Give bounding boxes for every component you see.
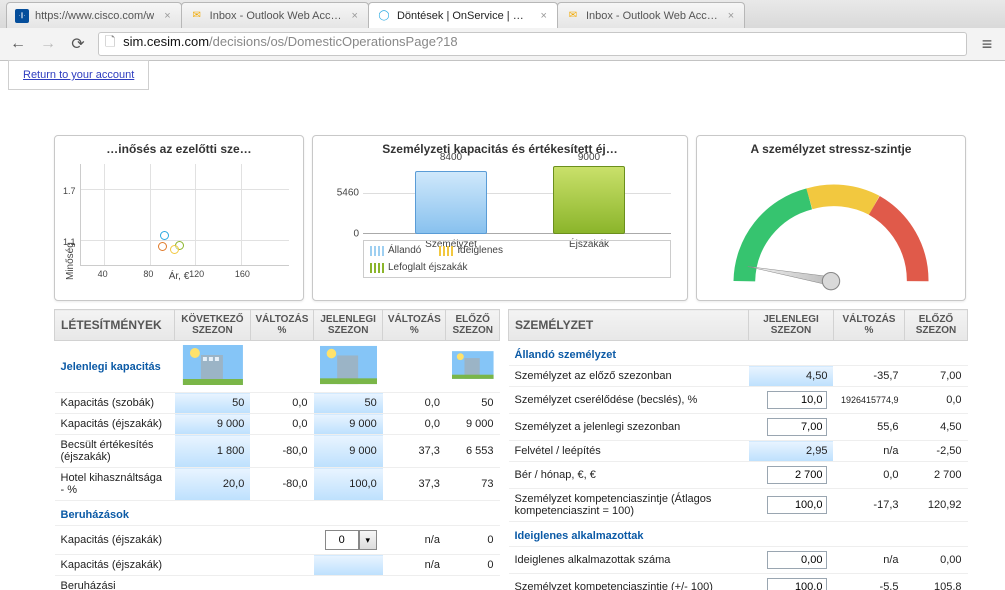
stress-gauge xyxy=(705,160,957,294)
quality-price-panel: …inősés az ezelőtti sze… Minőség 1.7 1.1… xyxy=(54,135,304,301)
table-row: Személyzet cserélődése (becslés), % 1926… xyxy=(509,387,968,414)
table-row: Személyzet kompetenciaszintje (+/- 100) … xyxy=(509,574,968,590)
tab-title: Döntések | OnService | CE… xyxy=(397,10,531,22)
table-row: Kapacitás (éjszakák) 9 000 0,0 9 000 0,0… xyxy=(55,414,500,435)
forward-button[interactable]: → xyxy=(38,34,58,54)
facilities-table: LÉTESÍTMÉNYEK KÖVETKEZŐ SZEZON VÁLTOZÁS … xyxy=(54,309,500,590)
capacity-input[interactable] xyxy=(325,530,359,550)
close-icon[interactable]: × xyxy=(728,10,734,22)
panel-title: A személyzet stressz-szintje xyxy=(705,142,957,156)
address-bar[interactable]: 🗋 sim.cesim.com/decisions/os/DomesticOpe… xyxy=(98,32,967,56)
url-host: sim.cesim.com xyxy=(123,34,209,49)
bar-y-axis: 0 5460 xyxy=(321,166,363,234)
staff-title: SZEMÉLYZET xyxy=(509,310,749,341)
browser-chrome: ∙∥∙ https://www.cisco.com/w × ✉ Inbox - … xyxy=(0,0,1005,61)
back-button[interactable]: ← xyxy=(8,34,28,54)
section-title: Ideiglenes alkalmazottak xyxy=(509,522,968,547)
panel-title: …inősés az ezelőtti sze… xyxy=(63,142,295,156)
page-icon: 🗋 xyxy=(105,34,115,49)
return-banner: Return to your account xyxy=(8,60,149,90)
table-row: Beruházási xyxy=(55,576,500,590)
table-row: Hotel kihasználtsága - % 20,0 -80,0 100,… xyxy=(55,468,500,501)
current-staff-input[interactable] xyxy=(767,418,827,436)
return-link[interactable]: Return to your account xyxy=(23,69,134,81)
bar-staff xyxy=(415,171,487,234)
scatter-point xyxy=(170,245,179,254)
cesim-icon: ◯ xyxy=(377,9,391,23)
competence-input[interactable] xyxy=(767,496,827,514)
x-axis-label: Ár, € xyxy=(169,271,190,282)
bar-nights xyxy=(553,166,625,234)
table-row: Felvétel / leépítés 2,95 n/a -2,50 xyxy=(509,441,968,462)
table-row: Személyzet az előző szezonban 4,50 -35,7… xyxy=(509,366,968,387)
wage-input[interactable] xyxy=(767,466,827,484)
staff-table: SZEMÉLYZET JELENLEGI SZEZON VÁLTOZÁS % E… xyxy=(508,309,968,590)
cisco-icon: ∙∥∙ xyxy=(15,9,29,23)
browser-tab-1[interactable]: ✉ Inbox - Outlook Web Acc… × xyxy=(181,2,369,28)
capacity-panel: Személyzeti kapacitás és értékesített éj… xyxy=(312,135,688,301)
section-title: Beruházások xyxy=(55,501,500,526)
table-row: Kapacitás (éjszakák) n/a 0 xyxy=(55,555,500,576)
table-row: Ideiglenes alkalmazottak száma n/a 0,00 xyxy=(509,547,968,574)
scatter-point xyxy=(158,242,167,251)
stepper-button[interactable]: ▾ xyxy=(359,530,377,550)
table-row: Személyzet a jelenlegi szezonban 55,6 4,… xyxy=(509,414,968,441)
table-row: Kapacitás (éjszakák) ▾ n/a 0 xyxy=(55,526,500,555)
turnover-input[interactable] xyxy=(767,391,827,409)
outlook-icon: ✉ xyxy=(190,9,204,23)
tab-strip: ∙∥∙ https://www.cisco.com/w × ✉ Inbox - … xyxy=(0,0,1005,28)
capacity-stepper[interactable]: ▾ xyxy=(325,530,377,550)
menu-icon[interactable]: ≡ xyxy=(977,34,997,54)
outlook-icon: ✉ xyxy=(566,9,580,23)
page-body: …inősés az ezelőtti sze… Minőség 1.7 1.1… xyxy=(0,61,1005,590)
table-row: Bér / hónap, €, € 0,0 2 700 xyxy=(509,462,968,489)
url-path: /decisions/os/DomesticOperationsPage?18 xyxy=(209,34,458,49)
tab-title: Inbox - Outlook Web Acc… xyxy=(586,10,718,22)
section-title: Állandó személyzet xyxy=(509,341,968,366)
browser-tab-2[interactable]: ◯ Döntések | OnService | CE… × xyxy=(368,2,558,28)
y-axis-label: Minőség xyxy=(63,160,78,280)
bar-legend: Állandó Ideiglenes Lefoglalt éjszakák xyxy=(363,240,671,278)
temp-count-input[interactable] xyxy=(767,551,827,569)
reload-button[interactable]: ⟳ xyxy=(68,34,88,54)
stress-gauge-panel: A személyzet stressz-szintje xyxy=(696,135,966,301)
url-bar: ← → ⟳ 🗋 sim.cesim.com/decisions/os/Domes… xyxy=(0,28,1005,60)
browser-tab-3[interactable]: ✉ Inbox - Outlook Web Acc… × xyxy=(557,2,745,28)
browser-tab-0[interactable]: ∙∥∙ https://www.cisco.com/w × xyxy=(6,2,182,28)
table-row: Kapacitás (szobák) 50 0,0 50 0,0 50 xyxy=(55,393,500,414)
tab-title: https://www.cisco.com/w xyxy=(35,10,154,22)
temp-competence-input[interactable] xyxy=(767,578,827,590)
current-capacity-label: Jelenlegi kapacitás xyxy=(55,341,175,393)
table-row: Személyzet kompetenciaszintje (Átlagos k… xyxy=(509,489,968,522)
panel-title: Személyzeti kapacitás és értékesített éj… xyxy=(321,142,679,156)
close-icon[interactable]: × xyxy=(164,10,170,22)
scatter-point xyxy=(160,231,169,240)
tab-title: Inbox - Outlook Web Acc… xyxy=(210,10,342,22)
facilities-title: LÉTESÍTMÉNYEK xyxy=(55,310,175,341)
table-row: Becsült értékesítés (éjszakák) 1 800 -80… xyxy=(55,435,500,468)
scatter-plot: 1.7 1.1 40 80 120 160 xyxy=(80,164,289,266)
close-icon[interactable]: × xyxy=(352,10,358,22)
close-icon[interactable]: × xyxy=(541,10,547,22)
bar-plot: 8400 9000 Személyzet Éjszakák xyxy=(363,166,671,234)
